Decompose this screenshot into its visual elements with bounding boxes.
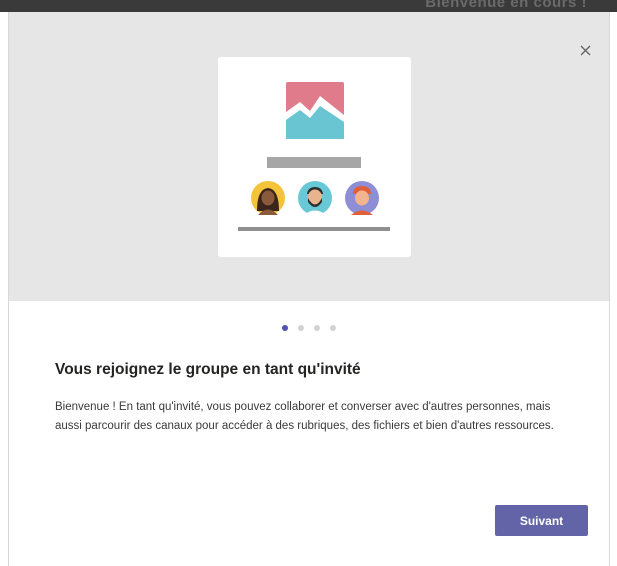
dialog-title: Vous rejoignez le groupe en tant qu'invi… xyxy=(55,361,361,378)
card-divider-placeholder xyxy=(238,227,390,231)
illustration-area xyxy=(9,12,609,301)
image-placeholder-icon xyxy=(286,82,344,139)
close-icon xyxy=(580,45,590,55)
person-avatar-icon xyxy=(251,181,285,215)
background-window-bar: Bienvenue en cours ! xyxy=(0,0,617,12)
person-avatar-icon xyxy=(298,181,332,215)
close-button[interactable] xyxy=(573,38,597,62)
dialog-description: Bienvenue ! En tant qu'invité, vous pouv… xyxy=(55,401,554,432)
pager-dot-4[interactable] xyxy=(330,325,336,331)
avatar-group xyxy=(251,181,379,215)
card-title-placeholder xyxy=(267,157,361,168)
person-avatar-icon xyxy=(345,181,379,215)
illustration-card xyxy=(218,57,411,257)
next-button[interactable]: Suivant xyxy=(495,505,588,536)
pager-dot-1[interactable] xyxy=(282,325,288,331)
background-header-text: Bienvenue en cours ! xyxy=(425,0,587,11)
pager-dot-2[interactable] xyxy=(298,325,304,331)
pager-dot-3[interactable] xyxy=(314,325,320,331)
carousel-pager xyxy=(9,325,609,333)
guest-welcome-dialog: Vous rejoignez le groupe en tant qu'invi… xyxy=(8,12,610,566)
